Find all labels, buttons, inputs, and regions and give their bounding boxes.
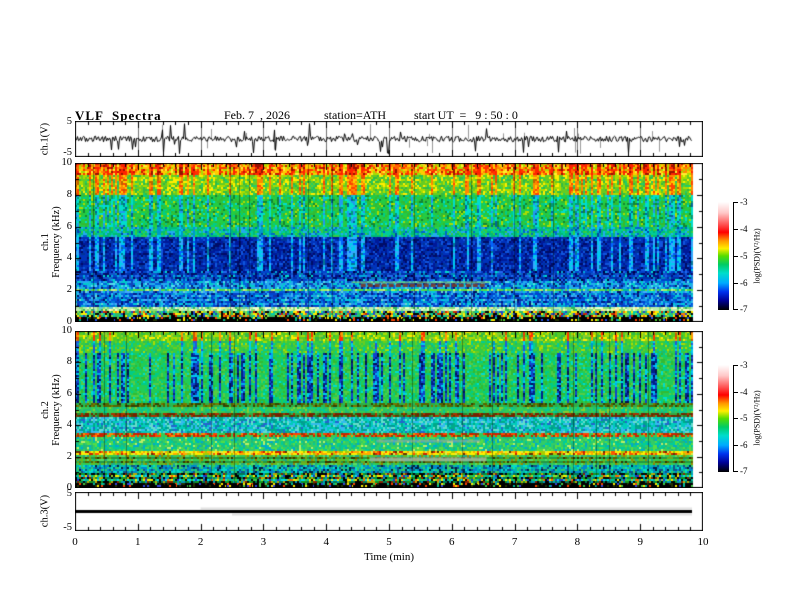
- colorbar-tick: [733, 392, 738, 393]
- x-tick-label: 7: [511, 536, 518, 548]
- ch3-waveform-panel: [75, 492, 703, 531]
- ch2-spectrogram-canvas: [75, 331, 703, 488]
- y-axis-label-ch3v: ch.3(V): [39, 494, 51, 528]
- y-axis-label-frequency-khz-1: Frequency (kHz): [51, 206, 62, 278]
- colorbar-tick-label: -5: [740, 413, 748, 423]
- y-tick-label: 8: [66, 356, 72, 368]
- ch3-waveform-canvas: [75, 492, 703, 531]
- colorbar-tick-label: -7: [740, 304, 748, 314]
- colorbar-tick: [733, 445, 738, 446]
- y-axis-label-ch1v: ch.1(V): [39, 122, 51, 156]
- y-tick-label: 10: [61, 325, 73, 336]
- colorbar-tick-label: -5: [740, 251, 748, 261]
- vlf-spectra-figure: VLF Spectra Feb. 7 , 2026 station=ATH st…: [0, 0, 792, 612]
- y-axis-label-ch2: ch.2: [40, 401, 51, 419]
- y-tick-label: 6: [66, 220, 72, 232]
- x-tick-label: 4: [323, 536, 329, 548]
- colorbar-tick-label: -3: [740, 197, 748, 207]
- x-tick-label: 1: [135, 536, 141, 548]
- y-tick-label: 2: [66, 450, 72, 462]
- colorbar-tick-label: -4: [740, 224, 748, 234]
- colorbar-tick: [733, 471, 738, 472]
- y-tick-label: 10: [61, 157, 73, 168]
- x-tick-label: 8: [574, 536, 581, 548]
- ch1-spectrogram-canvas: [75, 163, 703, 322]
- ch2-spectrogram-panel: [75, 331, 703, 488]
- x-tick-label: 2: [197, 536, 204, 548]
- x-axis-label: Time (min): [363, 551, 414, 563]
- y-tick-label: 6: [66, 387, 72, 399]
- colorbar-tick-label: -3: [740, 360, 748, 370]
- y-axis-label-frequency-khz-2: Frequency (kHz): [51, 374, 62, 446]
- y-tick-label: 8: [66, 188, 72, 200]
- ch1-waveform-panel: [75, 121, 703, 157]
- colorbar-tick: [733, 229, 738, 230]
- x-tick-label: 6: [449, 536, 455, 548]
- colorbar-tick: [733, 256, 738, 257]
- colorbar-tick-label: -6: [740, 440, 748, 450]
- x-tick-label: 3: [260, 536, 267, 548]
- y-tick-label: -5: [63, 522, 72, 533]
- y-axis-label-ch1-frequency: ch.1 Frequency (kHz): [40, 206, 62, 277]
- y-tick-label: 4: [66, 252, 72, 264]
- colorbar-tick: [733, 365, 738, 366]
- colorbar-tick-label: -7: [740, 466, 748, 476]
- colorbar-tick: [733, 418, 738, 419]
- colorbar-tick: [733, 309, 738, 310]
- colorbar-gradient: [718, 365, 729, 472]
- colorbar-tick-label: -6: [740, 278, 748, 288]
- x-tick-label: 9: [637, 536, 643, 548]
- colorbar-tick: [733, 283, 738, 284]
- y-tick-label: 5: [66, 488, 72, 499]
- x-tick-label: 0: [72, 536, 78, 548]
- y-tick-label: 2: [66, 284, 72, 296]
- y-axis-label-ch2-frequency: ch.2 Frequency (kHz): [40, 374, 62, 445]
- y-tick-label: 5: [66, 116, 72, 127]
- colorbar-label: log(PSD)(V²/Hz): [752, 228, 762, 284]
- ch1-spectrogram-panel: [75, 163, 703, 322]
- ch1-waveform-canvas: [75, 121, 703, 157]
- y-axis-label-ch1: ch.1: [40, 233, 51, 251]
- colorbar-gradient: [718, 202, 729, 310]
- colorbar-label: log(PSD)(V²/Hz): [752, 390, 762, 446]
- colorbar-tick: [733, 202, 738, 203]
- x-tick-label: 5: [386, 536, 392, 548]
- x-tick-label: 10: [697, 536, 709, 548]
- colorbar-tick-label: -4: [740, 387, 748, 397]
- y-tick-label: 4: [66, 419, 72, 431]
